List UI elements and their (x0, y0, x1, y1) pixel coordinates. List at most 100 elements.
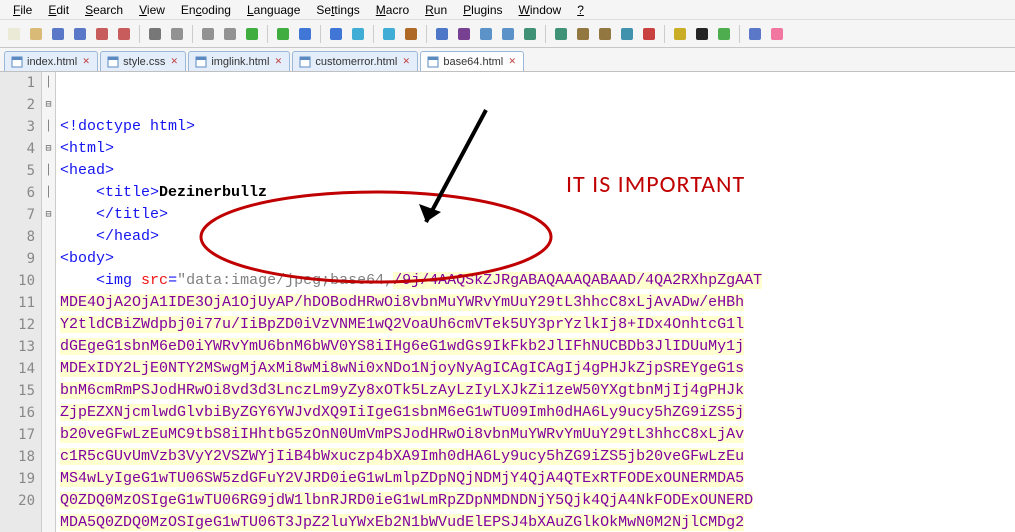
line-number: 3 (0, 116, 35, 138)
show-all-icon[interactable] (454, 24, 474, 44)
indent-icon[interactable] (476, 24, 496, 44)
tab-customerror-html[interactable]: customerror.html✕ (292, 51, 418, 71)
fold-marker[interactable]: ⊟ (42, 138, 55, 160)
code-line[interactable]: <img src="data:image/jpeg;base64,/9j/4AA… (56, 270, 1015, 292)
fold-marker[interactable] (42, 468, 55, 490)
code-line[interactable]: b20veGFwLzEuMC9tbS8iIHhtbG5zOnN0UmVmPSJo… (56, 424, 1015, 446)
close-icon[interactable]: ✕ (507, 57, 517, 67)
code-line[interactable]: dGEgeG1sbnM6eD0iYWRvYmU6bnM6bWV0YS8iIHg6… (56, 336, 1015, 358)
copy-icon[interactable] (198, 24, 218, 44)
tab-index-html[interactable]: index.html✕ (4, 51, 98, 71)
comment-icon[interactable] (573, 24, 593, 44)
code-line[interactable]: MDExIDY2LjE0NTY2MSwgMjAxMi8wMi8wNi0xNDo1… (56, 358, 1015, 380)
tab-imglink-html[interactable]: imglink.html✕ (188, 51, 290, 71)
menu-edit[interactable]: Edit (41, 2, 76, 18)
code-line[interactable]: MDA5Q0ZDQ0MzOSIgeG1wTU06T3JpZ2luYWxEb2N1… (56, 512, 1015, 532)
record-macro-icon[interactable] (639, 24, 659, 44)
code-line[interactable]: <head> (56, 160, 1015, 182)
code-line[interactable]: <body> (56, 248, 1015, 270)
fold-marker[interactable] (42, 446, 55, 468)
close-icon[interactable] (92, 24, 112, 44)
fold-marker[interactable] (42, 314, 55, 336)
menu-view[interactable]: View (132, 2, 172, 18)
unfold-icon[interactable] (551, 24, 571, 44)
file-icon (427, 56, 439, 68)
zoom-out-icon[interactable] (379, 24, 399, 44)
close-icon[interactable]: ✕ (273, 57, 283, 67)
fold-marker[interactable] (42, 226, 55, 248)
paste-icon[interactable] (220, 24, 240, 44)
fold-marker[interactable]: │ (42, 72, 55, 94)
code-line[interactable]: Q0ZDQ0MzOSIgeG1wTU06RG9jdW1lbnRJRD0ieG1w… (56, 490, 1015, 512)
find-icon[interactable] (295, 24, 315, 44)
code-line[interactable]: c1R5cGUvUmVzb3VyY2VSZWYjIiB4bWxuczp4bXA9… (56, 446, 1015, 468)
fold-marker[interactable] (42, 336, 55, 358)
fold-column[interactable]: │⊟│⊟││⊟ (42, 72, 56, 532)
fold-marker[interactable]: │ (42, 160, 55, 182)
open-icon[interactable] (26, 24, 46, 44)
menu-file[interactable]: File (6, 2, 39, 18)
code-line[interactable]: bnM6cmRmPSJodHRwOi8vd3d3LnczLm9yZy8xOTk5… (56, 380, 1015, 402)
tab-base64-html[interactable]: base64.html✕ (420, 51, 524, 71)
code-line[interactable]: MDE4OjA2OjA1IDE3OjA1OjUyAP/hDOBodHRwOi8v… (56, 292, 1015, 314)
save-icon[interactable] (48, 24, 68, 44)
close-icon[interactable]: ✕ (169, 57, 179, 67)
close-icon[interactable]: ✕ (81, 57, 91, 67)
code-line[interactable]: Y2tldCBiZWdpbj0i77u/IiBpZD0iVzVNME1wQ2Vo… (56, 314, 1015, 336)
fold-marker[interactable] (42, 358, 55, 380)
menu-search[interactable]: Search (78, 2, 130, 18)
menu-encoding[interactable]: Encoding (174, 2, 238, 18)
fold-marker[interactable] (42, 248, 55, 270)
menu-window[interactable]: Window (512, 2, 569, 18)
stop-macro-icon[interactable] (692, 24, 712, 44)
menu-settings[interactable]: Settings (309, 2, 366, 18)
fold-marker[interactable]: │ (42, 182, 55, 204)
code-line[interactable]: <title>Dezinerbullz (56, 182, 1015, 204)
cut-icon[interactable] (167, 24, 187, 44)
menu-macro[interactable]: Macro (369, 2, 416, 18)
code-line[interactable]: <!doctype html> (56, 116, 1015, 138)
menu-run[interactable]: Run (418, 2, 454, 18)
bookmark-icon[interactable] (617, 24, 637, 44)
fold-marker[interactable] (42, 402, 55, 424)
code-line[interactable]: ZjpEZXNjcmlwdGlvbiByZGY6YWJvdXQ9IiIgeG1s… (56, 402, 1015, 424)
fold-marker[interactable]: ⊟ (42, 94, 55, 116)
fold-marker[interactable]: ⊟ (42, 204, 55, 226)
print-icon[interactable] (145, 24, 165, 44)
menu-plugins[interactable]: Plugins (456, 2, 509, 18)
uncomment-icon[interactable] (595, 24, 615, 44)
new-doc-icon[interactable] (4, 24, 24, 44)
sync-icon[interactable] (401, 24, 421, 44)
fold-marker[interactable] (42, 292, 55, 314)
save-all-icon[interactable] (70, 24, 90, 44)
zoom-in-icon[interactable] (348, 24, 368, 44)
line-number: 12 (0, 314, 35, 336)
redo-icon[interactable] (273, 24, 293, 44)
play-macro-icon[interactable] (670, 24, 690, 44)
fold-marker[interactable] (42, 380, 55, 402)
fold-marker[interactable]: │ (42, 116, 55, 138)
tab-style-css[interactable]: style.css✕ (100, 51, 186, 71)
code-line[interactable]: <html> (56, 138, 1015, 160)
menu-language[interactable]: Language (240, 2, 307, 18)
word-wrap-icon[interactable] (432, 24, 452, 44)
code-editor[interactable]: 1234567891011121314151617181920 │⊟│⊟││⊟ … (0, 72, 1015, 532)
fold-marker[interactable] (42, 270, 55, 292)
menu-help[interactable]: ? (570, 2, 591, 18)
fold-marker[interactable] (42, 490, 55, 512)
close-icon[interactable]: ✕ (401, 57, 411, 67)
code-line[interactable]: </head> (56, 226, 1015, 248)
heart-icon[interactable] (767, 24, 787, 44)
run-icon[interactable] (714, 24, 734, 44)
plugin-icon[interactable] (745, 24, 765, 44)
close-all-icon[interactable] (114, 24, 134, 44)
code-line[interactable]: MS4wLyIgeG1wTU06SW5zdGFuY2VJRD0ieG1wLmlp… (56, 468, 1015, 490)
outdent-icon[interactable] (498, 24, 518, 44)
code-line[interactable]: </title> (56, 204, 1015, 226)
fold-icon[interactable] (520, 24, 540, 44)
replace-icon[interactable] (326, 24, 346, 44)
line-number: 13 (0, 336, 35, 358)
undo-icon[interactable] (242, 24, 262, 44)
code-area[interactable]: <!doctype html><html><head> <title>Dezin… (56, 72, 1015, 532)
fold-marker[interactable] (42, 424, 55, 446)
